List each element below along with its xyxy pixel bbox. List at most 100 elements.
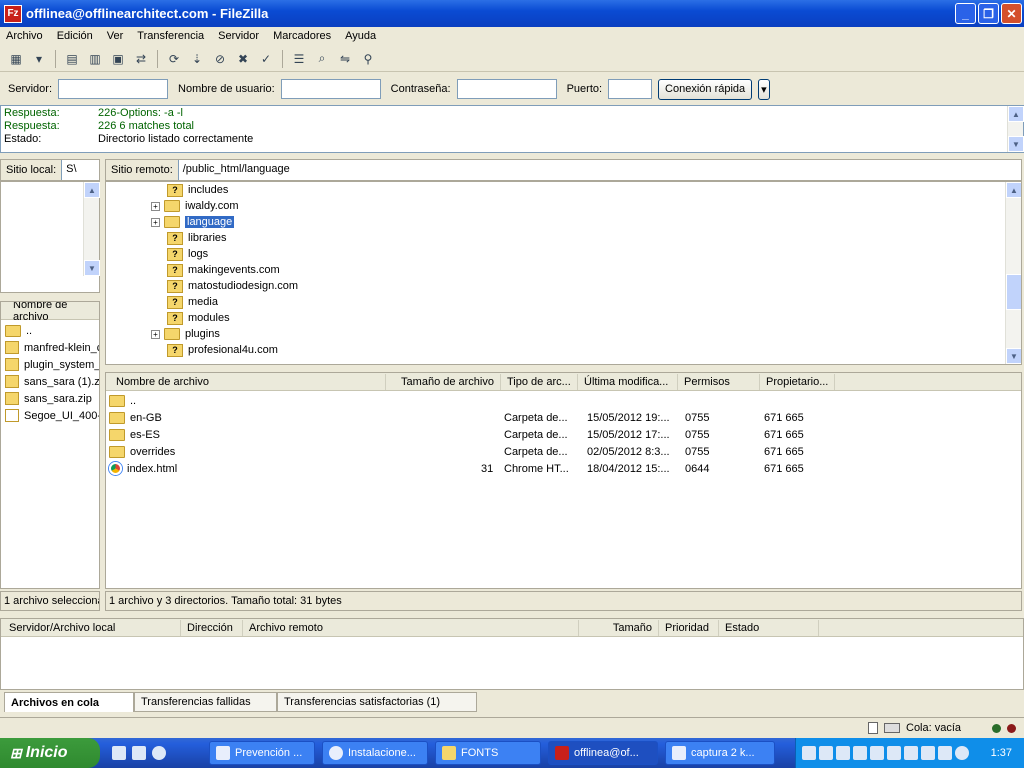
port-input[interactable]: [608, 79, 653, 99]
taskbar-item-active[interactable]: offlinea@of...: [548, 741, 658, 765]
tree-item[interactable]: ? matostudiodesign.com: [154, 278, 298, 294]
local-name-column[interactable]: Nombre de archivo: [1, 302, 99, 323]
toggle-queue-icon[interactable]: ⇄: [131, 49, 151, 69]
search-icon[interactable]: ⚲: [358, 49, 378, 69]
expand-icon[interactable]: +: [151, 201, 160, 211]
dropdown-arrow-icon[interactable]: ▾: [29, 49, 49, 69]
toggle-local-tree-icon[interactable]: ▥: [85, 49, 105, 69]
tab-failed[interactable]: Transferencias fallidas: [134, 692, 277, 712]
quickconnect-button[interactable]: Conexión rápida: [658, 78, 753, 100]
minimize-button[interactable]: _: [955, 3, 976, 24]
local-site-path[interactable]: S\: [61, 160, 99, 180]
toggle-remote-tree-icon[interactable]: ▣: [108, 49, 128, 69]
tree-item[interactable]: ? modules: [154, 310, 230, 326]
tray-icon[interactable]: [887, 746, 901, 760]
table-row[interactable]: en-GB Carpeta de... 15/05/2012 19:... 07…: [109, 409, 1009, 426]
reconnect-icon[interactable]: ✓: [256, 49, 276, 69]
local-tree[interactable]: ▲ ▼: [0, 181, 100, 293]
tray-icon[interactable]: [870, 746, 884, 760]
tree-item[interactable]: ? libraries: [154, 230, 227, 246]
menu-archivo[interactable]: Archivo: [6, 30, 43, 42]
col-size[interactable]: Tamaño de archivo: [386, 373, 501, 390]
close-button[interactable]: ✕: [1001, 3, 1022, 24]
tray-icon[interactable]: [853, 746, 867, 760]
start-button[interactable]: ⊞ Inicio: [0, 738, 100, 768]
col-name[interactable]: Nombre de archivo: [106, 373, 386, 390]
col-server-local[interactable]: Servidor/Archivo local: [1, 619, 181, 636]
log-scrollbar[interactable]: ▲ ▼: [1007, 106, 1024, 152]
expand-icon[interactable]: +: [151, 329, 160, 339]
cancel-icon[interactable]: ⊘: [210, 49, 230, 69]
remote-tree-scrollbar[interactable]: ▲ ▼: [1005, 182, 1021, 364]
tree-item[interactable]: ? logs: [154, 246, 208, 262]
tree-item[interactable]: ? media: [154, 294, 218, 310]
menu-ayuda[interactable]: Ayuda: [345, 30, 376, 42]
table-row[interactable]: es-ES Carpeta de... 15/05/2012 17:... 07…: [109, 426, 1009, 443]
col-status[interactable]: Estado: [719, 619, 819, 636]
tray-icon[interactable]: [904, 746, 918, 760]
tray-icon[interactable]: [836, 746, 850, 760]
maximize-button[interactable]: ❐: [978, 3, 999, 24]
tree-item[interactable]: + iwaldy.com: [151, 198, 239, 214]
remote-site-path[interactable]: /public_html/language: [177, 160, 1021, 180]
site-manager-icon[interactable]: ▦: [6, 49, 26, 69]
list-item[interactable]: sans_sara (1).z: [5, 373, 99, 390]
tray-icon[interactable]: [819, 746, 833, 760]
table-row[interactable]: overrides Carpeta de... 02/05/2012 8:3..…: [109, 443, 1009, 460]
network-icon[interactable]: [955, 746, 969, 760]
taskbar-item[interactable]: captura 2 k...: [665, 741, 775, 765]
menu-ver[interactable]: Ver: [107, 30, 124, 42]
taskbar-item[interactable]: Prevención ...: [209, 741, 315, 765]
col-remote-file[interactable]: Archivo remoto: [243, 619, 579, 636]
quick-launch-icon[interactable]: [112, 746, 126, 760]
username-input[interactable]: [280, 79, 381, 99]
quick-launch-icon[interactable]: [132, 746, 146, 760]
menu-transferencia[interactable]: Transferencia: [137, 30, 204, 42]
tree-item[interactable]: + plugins: [151, 326, 220, 342]
refresh-icon[interactable]: ⟳: [164, 49, 184, 69]
list-item[interactable]: plugin_system_: [5, 356, 99, 373]
tab-successful[interactable]: Transferencias satisfactorias (1): [277, 692, 477, 712]
process-queue-icon[interactable]: ⇣: [187, 49, 207, 69]
col-size[interactable]: Tamaño: [579, 619, 659, 636]
quickconnect-dropdown-icon[interactable]: ▾: [758, 78, 770, 100]
local-file-list[interactable]: Nombre de archivo .. manfred-klein_c plu…: [0, 301, 100, 589]
tab-queued[interactable]: Archivos en cola: [4, 692, 134, 712]
col-direction[interactable]: Dirección: [181, 619, 243, 636]
toggle-log-icon[interactable]: ▤: [62, 49, 82, 69]
col-perms[interactable]: Permisos: [678, 373, 760, 390]
tree-item-selected[interactable]: + language: [151, 214, 235, 230]
table-row[interactable]: ..: [109, 392, 1009, 409]
menu-edicion[interactable]: Edición: [57, 30, 93, 42]
remote-tree[interactable]: ? includes + iwaldy.com + language ? librari…: [105, 181, 1022, 365]
password-input[interactable]: [456, 79, 557, 99]
disconnect-icon[interactable]: ✖: [233, 49, 253, 69]
tray-icon[interactable]: [921, 746, 935, 760]
menu-marcadores[interactable]: Marcadores: [273, 30, 331, 42]
list-item[interactable]: Segoe_UI_400-: [5, 407, 99, 424]
chrome-icon[interactable]: [152, 746, 166, 760]
col-modified[interactable]: Última modifica...: [578, 373, 678, 390]
expand-icon[interactable]: +: [151, 217, 160, 227]
menu-servidor[interactable]: Servidor: [218, 30, 259, 42]
table-row[interactable]: index.html 31 Chrome HT... 18/04/2012 15…: [109, 460, 1009, 477]
tray-icon[interactable]: [802, 746, 816, 760]
list-item[interactable]: ..: [5, 322, 99, 339]
col-type[interactable]: Tipo de arc...: [501, 373, 578, 390]
server-input[interactable]: [58, 79, 169, 99]
compare-icon[interactable]: ⌕: [312, 49, 332, 69]
taskbar-item[interactable]: FONTS: [435, 741, 541, 765]
tree-item[interactable]: ? makingevents.com: [154, 262, 280, 278]
tree-item[interactable]: ? profesional4u.com: [154, 342, 278, 358]
sync-browse-icon[interactable]: ⇋: [335, 49, 355, 69]
list-item[interactable]: manfred-klein_c: [5, 339, 99, 356]
taskbar-item[interactable]: Instalacione...: [322, 741, 428, 765]
directory-filter-icon[interactable]: ☰: [289, 49, 309, 69]
transfer-queue[interactable]: Servidor/Archivo local Dirección Archivo…: [0, 618, 1024, 690]
col-priority[interactable]: Prioridad: [659, 619, 719, 636]
local-tree-scrollbar[interactable]: ▲ ▼: [83, 182, 100, 276]
list-item[interactable]: sans_sara.zip: [5, 390, 99, 407]
tree-item[interactable]: ? includes: [154, 182, 228, 198]
tray-icon[interactable]: [938, 746, 952, 760]
col-owner[interactable]: Propietario...: [760, 373, 835, 390]
